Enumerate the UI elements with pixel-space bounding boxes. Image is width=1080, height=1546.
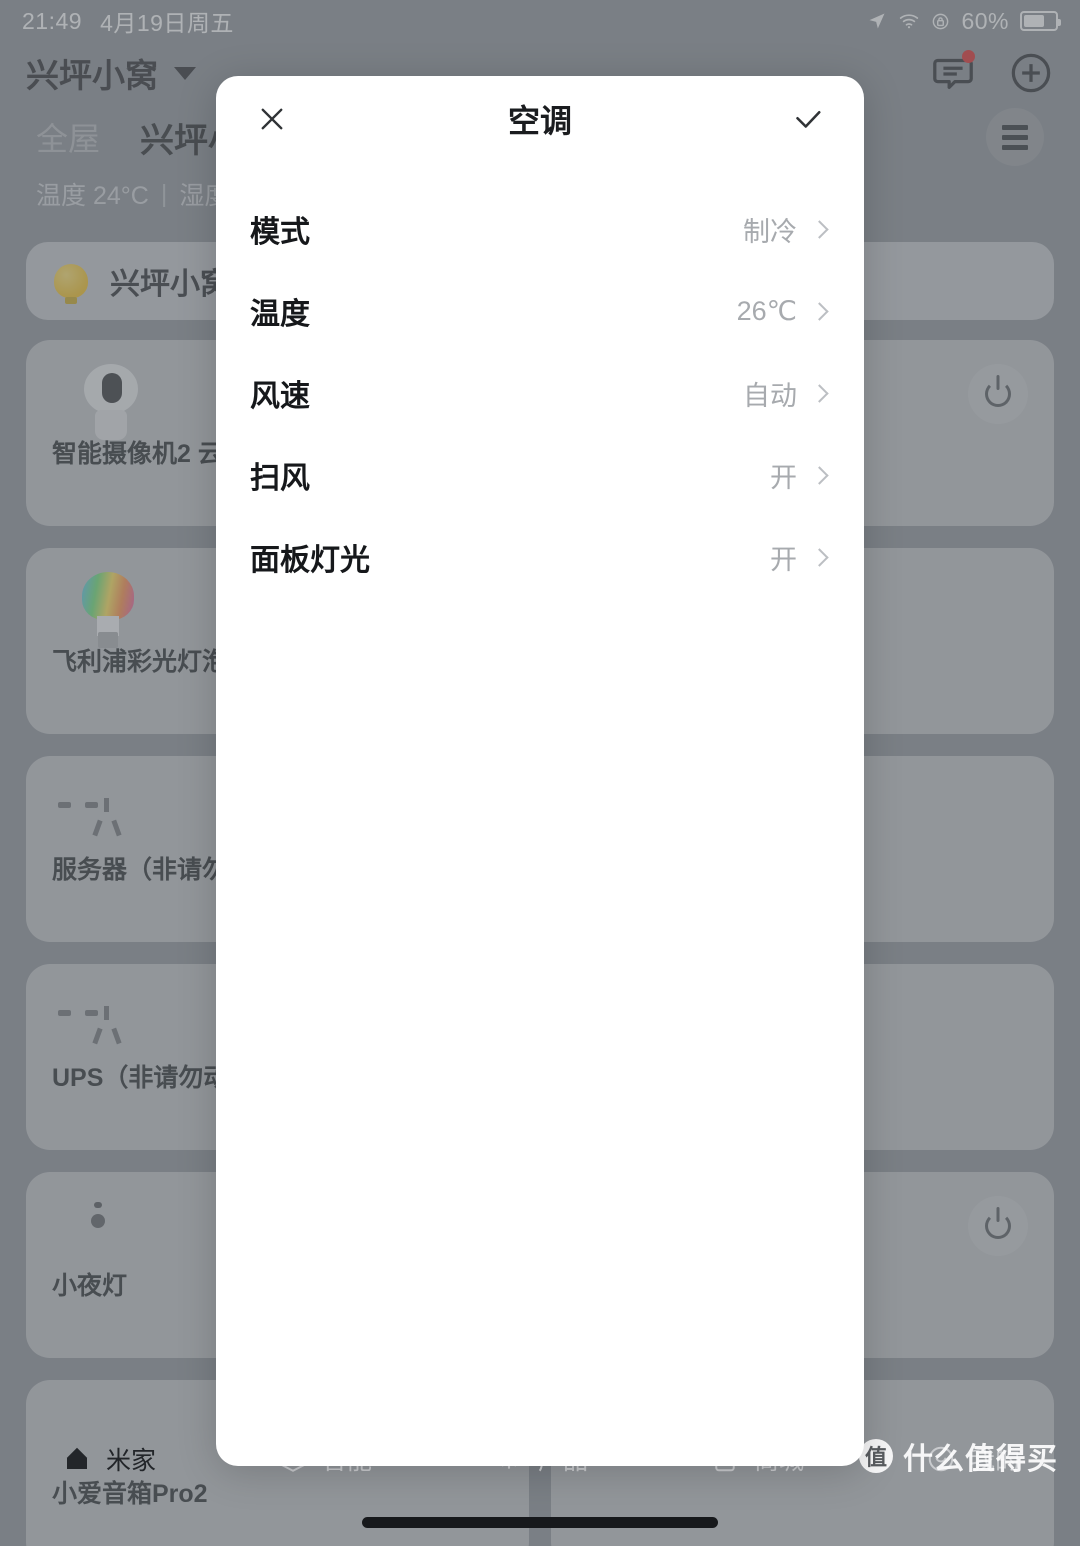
chevron-right-icon: [810, 220, 828, 238]
option-label: 风速: [250, 371, 310, 415]
option-right: 制冷: [743, 210, 830, 249]
nav-label: 米家: [106, 1441, 156, 1477]
option-right: 自动: [743, 374, 830, 413]
watermark-text: 什么值得买: [903, 1434, 1058, 1478]
home-icon: [60, 1442, 94, 1476]
chevron-right-icon: [810, 548, 828, 566]
settings-option-list: 模式 制冷 温度 26℃ 风速 自动 扫风 开: [216, 188, 864, 598]
sheet-title: 空调: [216, 96, 864, 142]
option-label: 模式: [250, 207, 310, 251]
option-right: 开: [770, 538, 830, 577]
option-label: 扫风: [250, 453, 310, 497]
option-row-mode[interactable]: 模式 制冷: [250, 188, 830, 270]
check-icon[interactable]: [782, 93, 834, 145]
option-row-temperature[interactable]: 温度 26℃: [250, 270, 830, 352]
option-value: 开: [770, 538, 797, 577]
home-indicator[interactable]: [362, 1517, 718, 1528]
option-label: 温度: [250, 289, 310, 333]
option-value: 26℃: [737, 296, 797, 327]
option-value: 开: [770, 456, 797, 495]
option-value: 自动: [743, 374, 797, 413]
watermark: 值 什么值得买: [859, 1434, 1058, 1478]
air-conditioner-settings-sheet: 空调 模式 制冷 温度 26℃ 风速 自动: [216, 76, 864, 1466]
option-row-panel-light[interactable]: 面板灯光 开: [250, 516, 830, 598]
option-value: 制冷: [743, 210, 797, 249]
option-row-fan-speed[interactable]: 风速 自动: [250, 352, 830, 434]
chevron-right-icon: [810, 466, 828, 484]
option-label: 面板灯光: [250, 535, 370, 579]
watermark-badge: 值: [859, 1439, 893, 1473]
option-right: 26℃: [737, 296, 830, 327]
option-right: 开: [770, 456, 830, 495]
chevron-right-icon: [810, 384, 828, 402]
chevron-right-icon: [810, 302, 828, 320]
sheet-header: 空调: [216, 76, 864, 162]
option-row-swing[interactable]: 扫风 开: [250, 434, 830, 516]
close-icon[interactable]: [246, 93, 298, 145]
nav-item-mijia[interactable]: 米家: [0, 1441, 216, 1477]
